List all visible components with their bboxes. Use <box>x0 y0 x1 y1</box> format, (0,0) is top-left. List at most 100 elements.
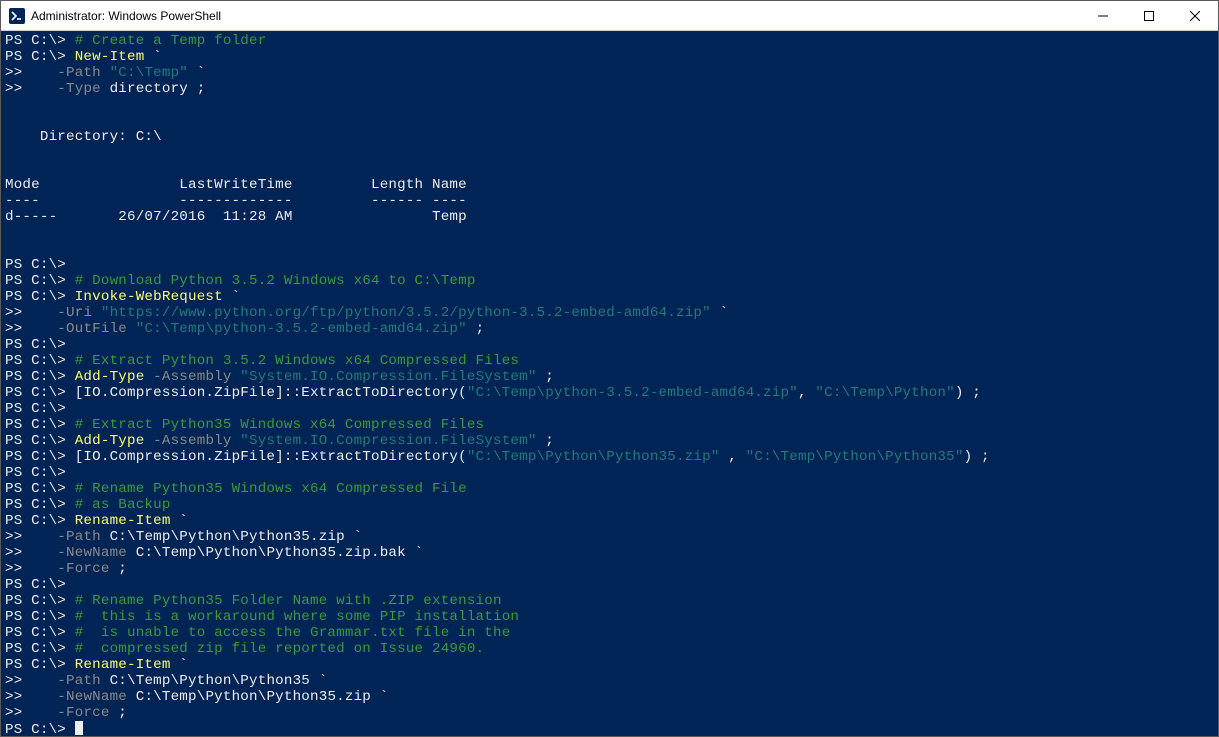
terminal-segment: ` <box>179 513 188 529</box>
terminal-segment: >> <box>5 529 57 545</box>
terminal-segment: # compressed zip file reported on Issue … <box>75 641 485 657</box>
minimize-button[interactable] <box>1080 1 1126 31</box>
terminal-segment: ; <box>118 705 127 721</box>
terminal-line <box>5 145 1214 161</box>
terminal-line <box>5 97 1214 113</box>
terminal-segment: PS C:\> <box>5 417 75 433</box>
terminal-line: PS C:\> # Create a Temp folder <box>5 33 1214 49</box>
terminal-segment: "C:\Temp\python-3.5.2-embed-amd64.zip" <box>136 321 467 337</box>
terminal-line: PS C:\> Rename-Item ` <box>5 657 1214 673</box>
terminal-segment: >> <box>5 305 57 321</box>
terminal-segment: Add-Type <box>75 369 153 385</box>
terminal-line: PS C:\> # Download Python 3.5.2 Windows … <box>5 273 1214 289</box>
terminal-segment: -Path <box>57 673 109 689</box>
terminal-segment: # Download Python 3.5.2 Windows x64 to C… <box>75 273 476 289</box>
terminal-segment: C:\Temp\Python\Python35.zip ` <box>110 529 363 545</box>
terminal-segment: PS C:\> <box>5 497 75 513</box>
terminal-segment: ; <box>467 321 484 337</box>
close-button[interactable] <box>1172 1 1218 31</box>
terminal-segment: ; <box>537 433 554 449</box>
terminal-line: d----- 26/07/2016 11:28 AM Temp <box>5 209 1214 225</box>
powershell-icon <box>9 8 25 24</box>
terminal-line: PS C:\> <box>5 337 1214 353</box>
terminal-line: >> -Path C:\Temp\Python\Python35.zip ` <box>5 529 1214 545</box>
terminal-line: PS C:\> Invoke-WebRequest ` <box>5 289 1214 305</box>
terminal-segment: ) ; <box>955 385 981 401</box>
terminal-segment: ---- ------------- ------ ---- <box>5 193 467 209</box>
terminal-line <box>5 241 1214 257</box>
terminal-segment: # Rename Python35 Windows x64 Compressed… <box>75 481 467 497</box>
terminal-segment: Rename-Item <box>75 657 180 673</box>
terminal-segment: PS C:\> <box>5 641 75 657</box>
terminal-segment: -NewName <box>57 545 135 561</box>
terminal-line <box>5 225 1214 241</box>
terminal-segment: PS C:\> <box>5 449 75 465</box>
terminal-segment: -NewName <box>57 689 135 705</box>
terminal-segment: PS C:\> <box>5 609 75 625</box>
terminal-segment: -Assembly <box>153 369 240 385</box>
titlebar[interactable]: Administrator: Windows PowerShell <box>1 1 1218 31</box>
terminal-line: >> -OutFile "C:\Temp\python-3.5.2-embed-… <box>5 321 1214 337</box>
terminal-segment: >> <box>5 689 57 705</box>
terminal-segment: Add-Type <box>75 433 153 449</box>
terminal-line: Mode LastWriteTime Length Name <box>5 177 1214 193</box>
terminal-segment: C:\Temp\Python\Python35 ` <box>110 673 328 689</box>
terminal-segment: PS C:\> <box>5 577 66 593</box>
terminal-line: PS C:\> Add-Type -Assembly "System.IO.Co… <box>5 369 1214 385</box>
terminal-segment: "C:\Temp\Python" <box>815 385 954 401</box>
terminal-line: PS C:\> <box>5 721 1214 736</box>
terminal-segment: [IO.Compression.ZipFile]::ExtractToDirec… <box>75 385 467 401</box>
terminal-line: PS C:\> # Extract Python35 Windows x64 C… <box>5 417 1214 433</box>
terminal-segment: -Assembly <box>153 433 240 449</box>
terminal-line: ---- ------------- ------ ---- <box>5 193 1214 209</box>
terminal-segment: PS C:\> <box>5 593 75 609</box>
terminal-segment: PS C:\> <box>5 657 75 673</box>
terminal-segment: "C:\Temp\python-3.5.2-embed-amd64.zip" <box>467 385 798 401</box>
terminal-segment: # Extract Python35 Windows x64 Compresse… <box>75 417 485 433</box>
terminal-segment: >> <box>5 545 57 561</box>
terminal-segment: # is unable to access the Grammar.txt fi… <box>75 625 511 641</box>
maximize-button[interactable] <box>1126 1 1172 31</box>
terminal-line: PS C:\> # is unable to access the Gramma… <box>5 625 1214 641</box>
terminal-segment: PS C:\> <box>5 513 75 529</box>
terminal-segment: "C:\Temp\Python\Python35" <box>746 449 964 465</box>
terminal-segment: "System.IO.Compression.FileSystem" <box>240 369 536 385</box>
terminal-line: PS C:\> # as Backup <box>5 497 1214 513</box>
terminal-line: >> -Path C:\Temp\Python\Python35 ` <box>5 673 1214 689</box>
terminal-segment: # this is a workaround where some PIP in… <box>75 609 519 625</box>
terminal-segment: ; <box>118 561 127 577</box>
terminal-segment: ; <box>537 369 554 385</box>
terminal-segment: C:\Temp\Python\Python35.zip ` <box>136 689 389 705</box>
terminal-output[interactable]: PS C:\> # Create a Temp folder PS C:\> Ne… <box>1 31 1218 736</box>
terminal-segment: Directory: C:\ <box>5 129 162 145</box>
terminal-line: PS C:\> # Rename Python35 Windows x64 Co… <box>5 481 1214 497</box>
terminal-segment: ` <box>720 305 729 321</box>
powershell-window: Administrator: Windows PowerShell PS C:\… <box>0 0 1219 737</box>
terminal-segment: "https://www.python.org/ftp/python/3.5.2… <box>101 305 720 321</box>
terminal-segment: # Create a Temp folder <box>75 33 267 49</box>
terminal-line: >> -Force ; <box>5 561 1214 577</box>
terminal-segment: PS C:\> <box>5 273 75 289</box>
terminal-segment: Mode LastWriteTime Length Name <box>5 177 467 193</box>
terminal-segment: "C:\Temp\Python\Python35.zip" <box>467 449 720 465</box>
terminal-segment: ` <box>232 289 241 305</box>
terminal-line <box>5 161 1214 177</box>
terminal-segment: PS C:\> <box>5 289 75 305</box>
terminal-segment: -Path <box>57 65 109 81</box>
terminal-segment: -Path <box>57 529 109 545</box>
terminal-line: >> -Force ; <box>5 705 1214 721</box>
terminal-segment: C:\Temp\Python\Python35.zip.bak ` <box>136 545 424 561</box>
terminal-segment: >> <box>5 65 57 81</box>
terminal-line: PS C:\> Add-Type -Assembly "System.IO.Co… <box>5 433 1214 449</box>
terminal-segment: Rename-Item <box>75 513 180 529</box>
terminal-segment: New-Item <box>75 49 153 65</box>
terminal-segment: -Force <box>57 561 118 577</box>
terminal-line: >> -NewName C:\Temp\Python\Python35.zip … <box>5 689 1214 705</box>
terminal-segment: Invoke-WebRequest <box>75 289 232 305</box>
terminal-line: PS C:\> # Extract Python 3.5.2 Windows x… <box>5 353 1214 369</box>
terminal-segment: -OutFile <box>57 321 135 337</box>
terminal-line: Directory: C:\ <box>5 129 1214 145</box>
terminal-segment: >> <box>5 561 57 577</box>
terminal-line: PS C:\> <box>5 257 1214 273</box>
terminal-segment: -Force <box>57 705 118 721</box>
